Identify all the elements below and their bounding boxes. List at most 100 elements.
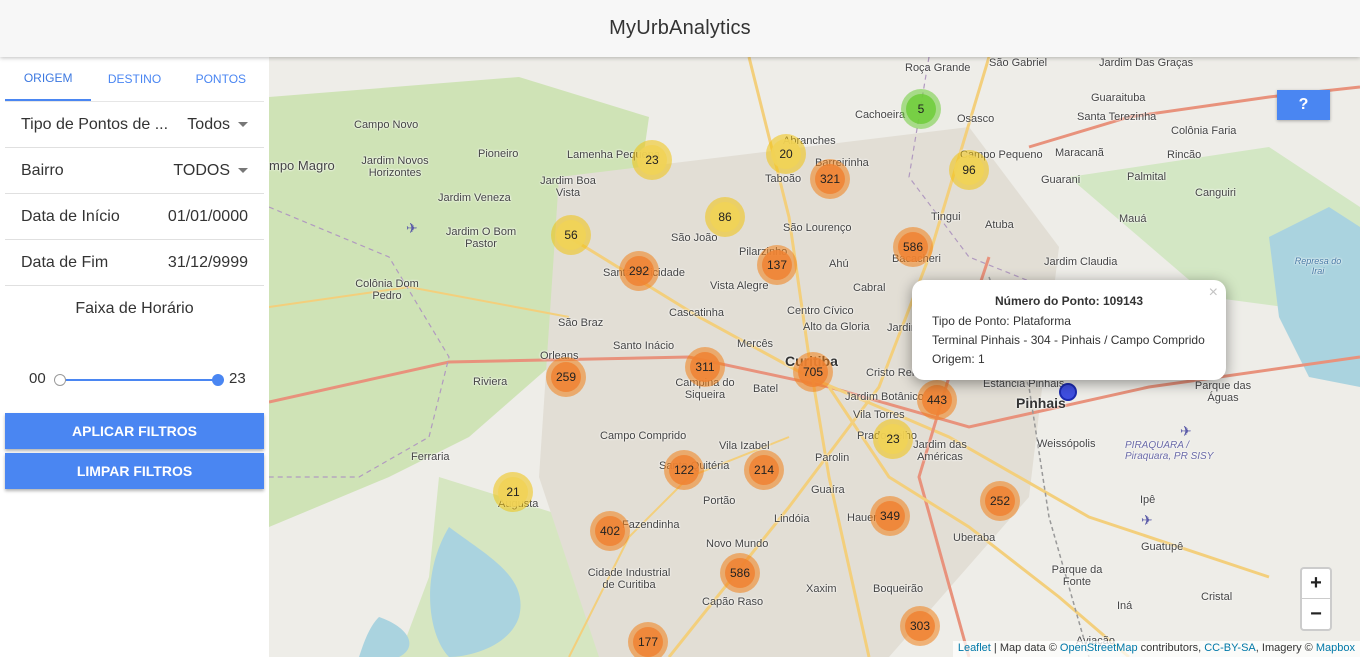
cluster-count: 122 [669, 455, 699, 485]
cluster-marker[interactable]: 259 [546, 357, 586, 397]
popup-terminal: Terminal Pinhais - 304 - Pinhais / Campo… [932, 333, 1205, 347]
data-inicio-input[interactable]: 01/01/0000 [168, 208, 248, 226]
place-label: Rincão [1167, 149, 1202, 161]
zoom-out-button[interactable]: − [1302, 599, 1330, 629]
help-button[interactable]: ? [1277, 90, 1330, 120]
place-label: Xaxim [806, 583, 837, 595]
app-bar: MyUrbAnalytics [0, 0, 1360, 57]
place-label: Batel [753, 383, 779, 395]
place-label: Iná [1117, 600, 1133, 612]
place-label: Jardim Boa Vista [540, 175, 596, 199]
place-label: Tingui [931, 211, 961, 223]
cluster-marker[interactable]: 86 [705, 197, 745, 237]
cluster-marker[interactable]: 56 [551, 215, 591, 255]
slider-track[interactable] [59, 379, 217, 381]
point-popup: × Número do Ponto: 109143 Tipo de Ponto:… [912, 280, 1226, 380]
bairro-label: Bairro [21, 161, 64, 179]
attribution-text: contributors, [1137, 642, 1205, 654]
slider-min-handle[interactable] [54, 374, 66, 386]
place-label: Jardim O Bom Pastor [445, 226, 517, 250]
faixa-horario-label: Faixa de Horário [75, 300, 194, 317]
cluster-count: 443 [922, 385, 952, 415]
place-label: Uberaba [953, 532, 996, 544]
cluster-count: 586 [725, 558, 755, 588]
bairro-value: TODOS [173, 161, 230, 179]
bairro-select[interactable]: TODOS [173, 162, 248, 180]
cluster-marker[interactable]: 23 [632, 140, 672, 180]
cluster-count: 23 [637, 145, 667, 175]
zoom-in-button[interactable]: + [1302, 569, 1330, 599]
leaflet-link[interactable]: Leaflet [958, 642, 991, 654]
cluster-marker[interactable]: 321 [810, 159, 850, 199]
data-inicio-label: Data de Início [21, 207, 120, 225]
place-label: Guaíra [811, 484, 845, 496]
chevron-down-icon [238, 168, 248, 173]
place-label: Vista Alegre [710, 280, 769, 292]
cluster-marker[interactable]: 586 [893, 227, 933, 267]
cluster-count: 705 [798, 357, 828, 387]
cluster-count: 252 [985, 486, 1015, 516]
place-label: Weissópolis [1037, 438, 1096, 450]
cluster-marker[interactable]: 443 [917, 380, 957, 420]
bairro-filter: Bairro TODOS [5, 148, 264, 194]
place-label: Cristal [1201, 591, 1233, 603]
cluster-marker[interactable]: 122 [664, 450, 704, 490]
place-label: Canguiri [1195, 187, 1236, 199]
cluster-count: 259 [551, 362, 581, 392]
place-label: Santo Inácio [613, 340, 675, 352]
map-view[interactable]: Roça Grande São Gabriel Jardim Das Graça… [269, 57, 1360, 657]
data-fim-input[interactable]: 31/12/9999 [168, 254, 248, 272]
cluster-marker[interactable]: 311 [685, 347, 725, 387]
slider-max-handle[interactable] [212, 374, 224, 386]
place-label: Atuba [985, 219, 1014, 231]
mapbox-link[interactable]: Mapbox [1316, 642, 1355, 654]
cluster-marker[interactable]: 177 [628, 622, 668, 657]
close-icon[interactable]: × [1209, 284, 1218, 302]
clear-filters-button[interactable]: LIMPAR FILTROS [5, 453, 264, 489]
cluster-marker[interactable]: 96 [949, 150, 989, 190]
tab-pontos[interactable]: PONTOS [178, 57, 264, 101]
license-link[interactable]: CC-BY-SA [1204, 642, 1256, 654]
cluster-marker[interactable]: 402 [590, 511, 630, 551]
place-label: Mauá [1119, 213, 1147, 225]
point-marker[interactable] [1059, 383, 1077, 401]
tipo-pontos-value: Todos [187, 115, 230, 133]
place-label: Colônia Dom Pedro [355, 278, 419, 302]
tipo-pontos-select[interactable]: Todos [187, 116, 248, 134]
cluster-count: 321 [815, 164, 845, 194]
place-label: Riviera [473, 376, 508, 388]
cluster-marker[interactable]: 705 [793, 352, 833, 392]
cluster-marker[interactable]: 292 [619, 251, 659, 291]
place-label: Palmital [1127, 171, 1167, 183]
airport-icon: ✈ [1180, 423, 1192, 439]
place-label: Campo Novo [354, 119, 419, 131]
osm-link[interactable]: OpenStreetMap [1060, 642, 1138, 654]
cluster-marker[interactable]: 137 [757, 245, 797, 285]
range-min-label: 00 [29, 370, 46, 387]
cluster-count: 56 [556, 220, 586, 250]
cluster-marker[interactable]: 252 [980, 481, 1020, 521]
cluster-count: 21 [498, 477, 528, 507]
place-label: Jardim das Américas [913, 439, 967, 463]
place-label: São Braz [558, 317, 604, 329]
cluster-marker[interactable]: 5 [901, 89, 941, 129]
apply-filters-button[interactable]: APLICAR FILTROS [5, 413, 264, 449]
chevron-down-icon [238, 122, 248, 127]
cluster-marker[interactable]: 23 [873, 419, 913, 459]
cluster-marker[interactable]: 349 [870, 496, 910, 536]
cluster-count: 311 [690, 352, 720, 382]
cluster-marker[interactable]: 303 [900, 606, 940, 646]
cluster-marker[interactable]: 214 [744, 450, 784, 490]
cluster-marker[interactable]: 20 [766, 134, 806, 174]
place-label: Ferraria [411, 451, 450, 463]
cluster-marker[interactable]: 586 [720, 553, 760, 593]
place-label: Ipê [1140, 494, 1156, 506]
cluster-marker[interactable]: 21 [493, 472, 533, 512]
tab-destino[interactable]: DESTINO [91, 57, 177, 101]
map-attribution: Leaflet | Map data © OpenStreetMap contr… [952, 641, 1360, 657]
place-label: mpo Magro [269, 158, 335, 173]
place-label: Capão Raso [702, 596, 764, 608]
tab-origem[interactable]: ORIGEM [5, 57, 92, 101]
range-max-label: 23 [229, 370, 246, 387]
data-inicio-filter: Data de Início 01/01/0000 [5, 194, 264, 240]
